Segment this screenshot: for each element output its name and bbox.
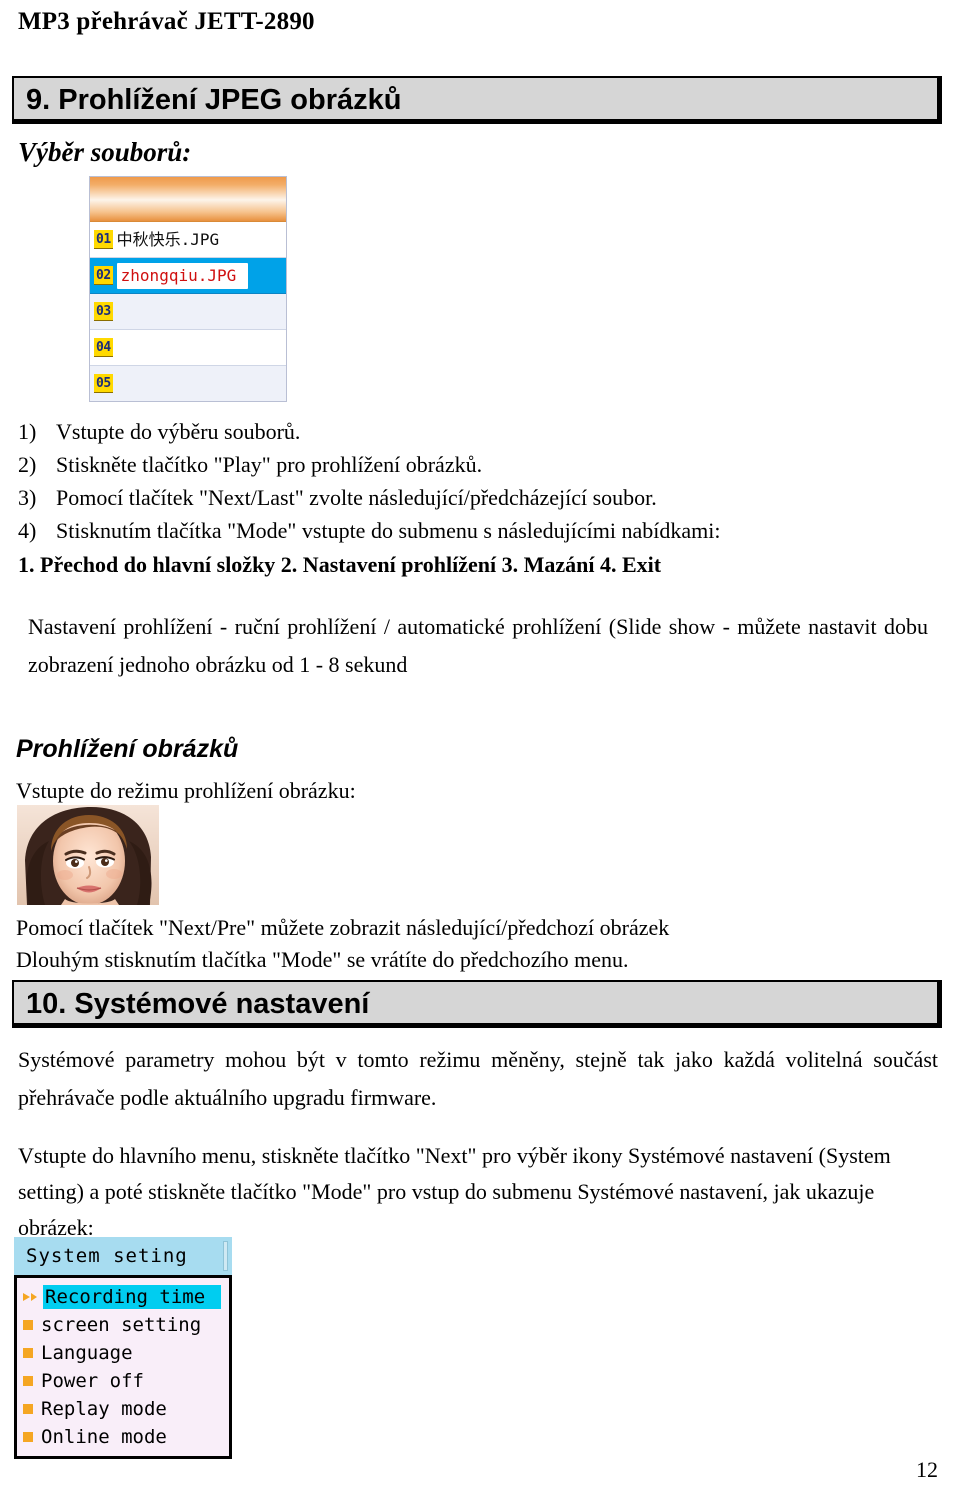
file-index-badge: 03 (94, 302, 113, 321)
menu-item-label: Online mode (41, 1426, 167, 1448)
file-list-row[interactable]: 05 (90, 366, 286, 401)
section-heading-10-title: 10. Systémové nastavení (26, 988, 370, 1020)
paragraph-pomoci-next-pre: Pomocí tlačítek "Next/Pre" můžete zobraz… (16, 912, 936, 976)
menu-item-recording-time[interactable]: Recording time (17, 1283, 229, 1311)
arrow-pointer-icon (23, 1290, 39, 1304)
list-item-text: Vstupte do výběru souborů. (56, 419, 301, 444)
paragraph-nastaveni-prohlizeni: Nastavení prohlížení - ruční prohlížení … (28, 614, 928, 677)
list-item-text: Pomocí tlačítek "Next/Last" zvolte násle… (56, 485, 657, 510)
file-index-badge: 04 (94, 338, 113, 357)
page-number: 12 (916, 1457, 938, 1482)
file-list-rows: 01 中秋快乐.JPG 02 zhongqiu.JPG 03 04 05 (90, 222, 286, 401)
menu-item-label: Language (41, 1342, 133, 1364)
submenu-options-line: 1. Přechod do hlavní složky 2. Nastavení… (18, 552, 662, 577)
menu-item-replay-mode[interactable]: Replay mode (17, 1395, 229, 1423)
scrollbar-thumb[interactable] (223, 1241, 228, 1271)
system-menu-body: Recording time screen setting Language P… (14, 1275, 232, 1459)
square-bullet-icon (23, 1348, 33, 1358)
square-bullet-icon (23, 1376, 33, 1386)
system-setting-menu-screenshot: System seting Recording time screen sett… (14, 1237, 232, 1459)
square-bullet-icon (23, 1432, 33, 1442)
running-head: MP3 přehrávač JETT-2890 (18, 8, 315, 35)
file-index-badge: 02 (94, 266, 113, 285)
file-index-badge: 01 (94, 230, 113, 249)
menu-item-label: Recording time (43, 1285, 222, 1309)
file-index-badge: 05 (94, 374, 113, 393)
list-item-number: 2) (18, 452, 37, 477)
list-item: 2) Stiskněte tlačítko "Play" pro prohlíž… (18, 448, 938, 481)
list-item: 3) Pomocí tlačítek "Next/Last" zvolte ná… (18, 481, 938, 514)
subheading-vyber-souboru: Výběr souborů: (18, 137, 192, 167)
section-heading-10: 10. Systémové nastavení (12, 980, 942, 1028)
sample-photo-image (17, 805, 159, 905)
file-list-titlebar (90, 177, 286, 222)
file-list-row-selected[interactable]: 02 zhongqiu.JPG (90, 258, 286, 294)
list-item: 4) Stisknutím tlačítka "Mode" vstupte do… (18, 514, 938, 547)
file-name-label: 中秋快乐.JPG (116, 229, 220, 249)
file-list-row[interactable]: 03 (90, 294, 286, 330)
paragraph-line: Pomocí tlačítek "Next/Pre" můžete zobraz… (16, 915, 670, 940)
menu-item-power-off[interactable]: Power off (17, 1367, 229, 1395)
file-list-row[interactable]: 04 (90, 330, 286, 366)
menu-item-language[interactable]: Language (17, 1339, 229, 1367)
system-menu-title: System seting (26, 1245, 188, 1267)
section-heading-9: 9. Prohlížení JPEG obrázků (12, 76, 942, 124)
paragraph-vstupte-do-rezimu: Vstupte do režimu prohlížení obrázku: (16, 778, 356, 803)
menu-item-label: screen setting (41, 1314, 202, 1336)
instruction-list: 1) Vstupte do výběru souborů. 2) Stiskně… (18, 415, 938, 581)
file-list-row[interactable]: 01 中秋快乐.JPG (90, 222, 286, 258)
list-item-number: 3) (18, 485, 37, 510)
list-item-number: 4) (18, 518, 37, 543)
square-bullet-icon (23, 1320, 33, 1330)
menu-item-online-mode[interactable]: Online mode (17, 1423, 229, 1451)
file-name-label: zhongqiu.JPG (116, 262, 249, 289)
subheading-prohlizeni-obrazku: Prohlížení obrázků (16, 735, 239, 763)
list-item-number: 1) (18, 419, 37, 444)
list-item: 1) Vstupte do výběru souborů. (18, 415, 938, 448)
section-heading-9-title: 9. Prohlížení JPEG obrázků (26, 84, 402, 116)
menu-item-label: Replay mode (41, 1398, 167, 1420)
paragraph-systemove-parametry: Systémové parametry mohou být v tomto re… (18, 1047, 938, 1110)
paragraph-line: Dlouhým stisknutím tlačítka "Mode" se vr… (16, 947, 629, 972)
list-item-text: Stisknutím tlačítka "Mode" vstupte do su… (56, 518, 721, 543)
menu-item-screen-setting[interactable]: screen setting (17, 1311, 229, 1339)
document-page: MP3 přehrávač JETT-2890 9. Prohlížení JP… (0, 0, 960, 1495)
list-item-text: Stiskněte tlačítko "Play" pro prohlížení… (56, 452, 483, 477)
system-menu-titlebar: System seting (14, 1237, 232, 1275)
square-bullet-icon (23, 1404, 33, 1414)
file-list-screenshot: 01 中秋快乐.JPG 02 zhongqiu.JPG 03 04 05 (89, 176, 287, 402)
paragraph-vstupte-do-hlavniho-menu: Vstupte do hlavního menu, stiskněte tlač… (18, 1143, 891, 1240)
menu-item-label: Power off (41, 1370, 144, 1392)
